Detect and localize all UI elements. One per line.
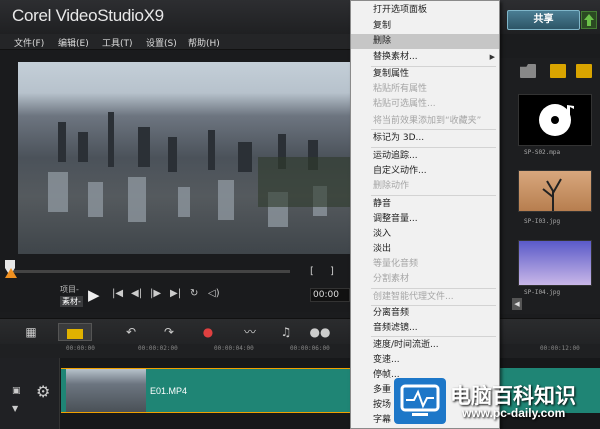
cm-split-clip[interactable]: 分割素材: [351, 272, 499, 287]
library-thumb-label: SP-S02.mpa: [524, 149, 561, 156]
cm-custom-motion[interactable]: 自定义动作...: [351, 164, 499, 179]
app-title: Corel VideoStudioX9: [12, 6, 164, 25]
cm-speed-time-lapse[interactable]: 速度/时间流逝...: [351, 338, 499, 353]
cm-motion-tracking[interactable]: 运动追踪...: [351, 149, 499, 164]
library-thumb-desert[interactable]: [518, 170, 592, 212]
cm-add-to-favorites[interactable]: 将当前效果添加到“收藏夹”: [351, 114, 499, 129]
cm-normalize-audio[interactable]: 等量化音频: [351, 257, 499, 272]
menu-help[interactable]: 帮助(H): [188, 36, 220, 49]
cm-mute[interactable]: 静音: [351, 197, 499, 212]
play-icon[interactable]: ▶: [88, 286, 100, 304]
scrub-bar[interactable]: [10, 270, 290, 273]
video-track-header: ▣ ⚙ ▼: [0, 358, 60, 429]
undo-icon[interactable]: ↶: [122, 323, 140, 341]
cm-copy-attributes[interactable]: 复制属性: [351, 67, 499, 82]
clip-mode-label[interactable]: 素材-: [60, 296, 83, 307]
sound-mixer-icon[interactable]: 〰: [240, 323, 260, 341]
cm-remove-motion[interactable]: 删除动作: [351, 179, 499, 194]
project-mode-label[interactable]: 项目-: [60, 284, 79, 295]
library-thumb-label: SP-I04.jpg: [524, 289, 561, 296]
menu-separator: [371, 288, 496, 289]
library-scroll-left-icon[interactable]: ◀: [512, 298, 522, 310]
folder-icon[interactable]: [520, 64, 536, 78]
film-reel-icon: ⚙: [36, 382, 51, 401]
cm-open-options-panel[interactable]: 打开选项面板: [351, 3, 499, 18]
storyboard-view-icon[interactable]: ▦: [20, 323, 42, 341]
menu-separator: [371, 129, 496, 130]
video-clip-thumbnail[interactable]: [66, 369, 146, 412]
timeline-ruler[interactable]: 00:00:00 00:00:02:00 00:00:04:00 00:00:0…: [0, 344, 600, 358]
video-clip-name: E01.MP4: [150, 386, 188, 396]
cm-adjust-volume[interactable]: 调整音量...: [351, 212, 499, 227]
ruler-tick-label: 00:00:12:00: [540, 345, 580, 352]
cm-mark-as-3d[interactable]: 标记为 3D...: [351, 131, 499, 146]
cm-paste-selected-attributes[interactable]: 粘贴可选属性...: [351, 97, 499, 112]
motion-tracking-icon[interactable]: ●●: [308, 323, 332, 341]
menu-file[interactable]: 文件(F): [14, 36, 44, 49]
watermark-url: www.pc-daily.com: [462, 406, 566, 420]
previous-frame-icon[interactable]: ◀|: [131, 288, 142, 299]
cm-paste-all-attributes[interactable]: 粘贴所有属性: [351, 82, 499, 97]
timeline-view-icon[interactable]: [58, 323, 92, 341]
ruler-tick-label: 00:00:00: [66, 345, 95, 352]
end-icon[interactable]: ▶|: [170, 288, 181, 299]
track-visibility-icon[interactable]: ▣: [12, 386, 21, 396]
ruler-tick-label: 00:00:04:00: [214, 345, 254, 352]
cm-split-audio[interactable]: 分离音频: [351, 306, 499, 321]
watermark-logo: [394, 378, 446, 424]
mark-in-button[interactable]: [: [310, 266, 314, 277]
cm-copy[interactable]: 复制: [351, 19, 499, 34]
cm-fade-in[interactable]: 淡入: [351, 227, 499, 242]
library-toolbar: [514, 64, 600, 82]
track-expand-icon[interactable]: ▼: [12, 404, 18, 413]
menu-separator: [371, 195, 496, 196]
library-thumb-pattern[interactable]: [518, 240, 592, 286]
cm-variable-speed[interactable]: 变速...: [351, 353, 499, 368]
menu-separator: [371, 336, 496, 337]
cm-delete[interactable]: 删除: [351, 34, 499, 49]
next-frame-icon[interactable]: |▶: [150, 288, 161, 299]
ruler-tick-label: 00:00:02:00: [138, 345, 178, 352]
repeat-icon[interactable]: ↻: [190, 288, 198, 299]
cm-replace-clip[interactable]: 替换素材... ▶: [351, 50, 499, 65]
mark-out-button[interactable]: ]: [330, 266, 334, 277]
menu-settings[interactable]: 设置(S): [146, 36, 177, 49]
cm-create-smart-proxy[interactable]: 创建智能代理文件...: [351, 290, 499, 305]
timeline-toolbar: ▦ ↶ ↷ ● 〰 ♫ ●●: [0, 318, 600, 344]
timecode-display[interactable]: 00:00: [310, 288, 350, 302]
cm-fade-out[interactable]: 淡出: [351, 242, 499, 257]
cm-audio-filter[interactable]: 音频滤镜...: [351, 321, 499, 336]
context-menu: 打开选项面板 复制 删除 替换素材... ▶ 复制属性 粘贴所有属性 粘贴可选属性…: [350, 0, 500, 429]
home-icon[interactable]: |◀: [112, 288, 123, 299]
menu-edit[interactable]: 编辑(E): [58, 36, 89, 49]
menu-bar: 文件(F) 编辑(E) 工具(T) 设置(S) 帮助(H): [0, 34, 350, 50]
volume-icon[interactable]: ◁): [208, 288, 220, 299]
redo-icon[interactable]: ↷: [160, 323, 178, 341]
record-capture-icon[interactable]: ●: [198, 323, 218, 341]
library-thumb-audio[interactable]: [518, 94, 592, 146]
image-filter-icon[interactable]: [576, 64, 592, 78]
menu-tools[interactable]: 工具(T): [102, 36, 133, 49]
library-thumb-label: SP-I03.jpg: [524, 218, 561, 225]
menu-separator: [371, 147, 496, 148]
video-filter-icon[interactable]: [550, 64, 566, 78]
share-button[interactable]: 共享: [507, 10, 580, 30]
upload-icon[interactable]: [581, 11, 597, 29]
video-preview: [18, 62, 350, 254]
submenu-arrow-icon: ▶: [489, 53, 495, 61]
ruler-tick-label: 00:00:06:00: [290, 345, 330, 352]
auto-music-icon[interactable]: ♫: [276, 323, 296, 341]
